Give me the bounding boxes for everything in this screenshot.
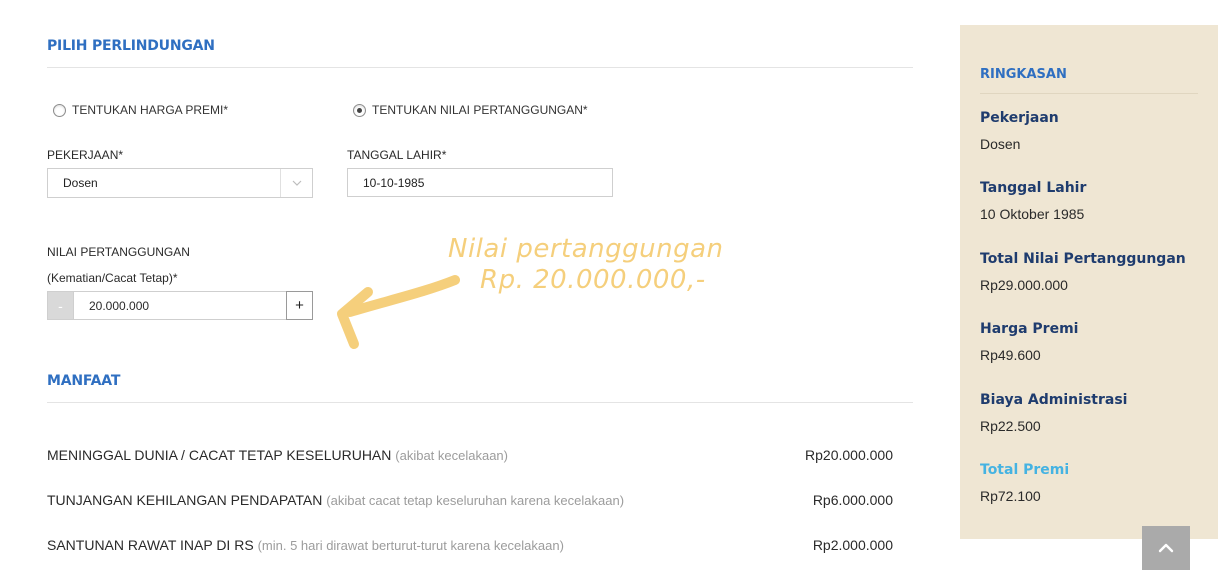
summary-key-premium: Harga Premi — [980, 321, 1079, 337]
occupation-select[interactable]: Dosen — [47, 168, 313, 198]
radio-premium-option[interactable]: TENTUKAN HARGA PREMI* — [53, 103, 228, 117]
birthdate-input[interactable]: 10-10-1985 — [347, 168, 613, 197]
summary-key-birthdate: Tanggal Lahir — [980, 180, 1087, 196]
summary-key-occupation: Pekerjaan — [980, 110, 1059, 126]
benefit-name: MENINGGAL DUNIA / CACAT TETAP KESELURUHA… — [47, 447, 392, 463]
birthdate-value: 10-10-1985 — [363, 175, 425, 190]
back-to-top-button[interactable] — [1142, 526, 1190, 570]
birthdate-label: TANGGAL LAHIR* — [347, 148, 447, 162]
section-divider — [47, 67, 913, 68]
benefit-note: (min. 5 hari dirawat berturut-turut kare… — [257, 538, 564, 553]
summary-divider — [980, 93, 1198, 94]
annotation-line2: Rp. 20.000.000,- — [480, 265, 706, 295]
summary-key-total-coverage: Total Nilai Pertanggungan — [980, 251, 1186, 267]
coverage-label: NILAI PERTANGGUNGAN — [47, 245, 190, 259]
radio-coverage-label: TENTUKAN NILAI PERTANGGUNGAN* — [372, 103, 588, 117]
chevron-up-icon — [1158, 543, 1174, 553]
summary-value-admin-fee: Rp22.500 — [980, 418, 1041, 434]
summary-value-occupation: Dosen — [980, 136, 1021, 152]
benefit-amount: Rp6.000.000 — [812, 492, 893, 508]
protection-section-title: PILIH PERLINDUNGAN — [47, 38, 215, 54]
radio-button-checked[interactable] — [353, 103, 366, 117]
summary-key-total-premium: Total Premi — [980, 462, 1070, 478]
benefit-description: SANTUNAN RAWAT INAP DI RS (min. 5 hari d… — [47, 537, 564, 553]
radio-premium-label: TENTUKAN HARGA PREMI* — [72, 103, 229, 117]
section-divider — [47, 402, 913, 403]
benefit-description: MENINGGAL DUNIA / CACAT TETAP KESELURUHA… — [47, 447, 508, 463]
chevron-down-icon[interactable] — [280, 169, 312, 197]
hand-drawn-arrow-icon — [337, 275, 460, 349]
summary-value-total-premium: Rp72.100 — [980, 488, 1041, 504]
benefit-name: SANTUNAN RAWAT INAP DI RS — [47, 537, 254, 553]
coverage-amount-value: 20.000.000 — [89, 298, 150, 313]
increment-button[interactable]: + — [286, 291, 313, 320]
benefits-section-title: MANFAAT — [47, 373, 121, 389]
coverage-amount-input[interactable]: 20.000.000 — [74, 291, 287, 320]
occupation-value: Dosen — [63, 176, 98, 190]
benefit-name: TUNJANGAN KEHILANGAN PENDAPATAN — [47, 492, 323, 508]
benefit-note: (akibat cacat tetap keseluruhan karena k… — [326, 493, 625, 508]
benefit-row: TUNJANGAN KEHILANGAN PENDAPATAN (akibat … — [47, 492, 893, 508]
summary-value-birthdate: 10 Oktober 1985 — [980, 206, 1085, 222]
decrement-button[interactable]: - — [47, 291, 74, 320]
radio-coverage-option[interactable]: TENTUKAN NILAI PERTANGGUNGAN* — [353, 103, 588, 117]
annotation-line1: Nilai pertanggungan — [448, 234, 724, 264]
occupation-label: PEKERJAAN* — [47, 148, 124, 162]
radio-button-unchecked[interactable] — [53, 103, 66, 117]
benefit-amount: Rp2.000.000 — [812, 537, 893, 553]
benefit-amount: Rp20.000.000 — [805, 447, 893, 463]
benefit-row: SANTUNAN RAWAT INAP DI RS (min. 5 hari d… — [47, 537, 893, 553]
coverage-sublabel: (Kematian/Cacat Tetap)* — [47, 271, 178, 285]
summary-panel: RINGKASAN Pekerjaan Dosen Tanggal Lahir … — [960, 25, 1218, 539]
summary-value-premium: Rp49.600 — [980, 347, 1041, 363]
benefit-note: (akibat kecelakaan) — [395, 448, 508, 463]
benefit-row: MENINGGAL DUNIA / CACAT TETAP KESELURUHA… — [47, 447, 893, 463]
benefit-description: TUNJANGAN KEHILANGAN PENDAPATAN (akibat … — [47, 492, 624, 508]
summary-title: RINGKASAN — [980, 67, 1067, 82]
summary-key-admin-fee: Biaya Administrasi — [980, 392, 1128, 408]
summary-value-total-coverage: Rp29.000.000 — [980, 277, 1068, 293]
